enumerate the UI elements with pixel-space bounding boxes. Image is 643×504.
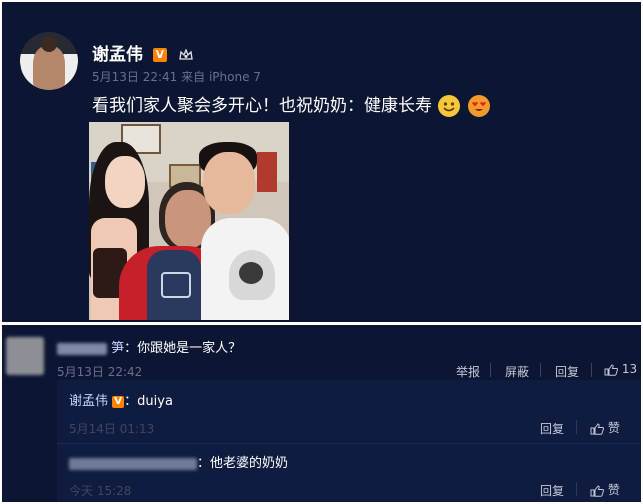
reply2-like-label: 赞 xyxy=(607,483,620,497)
post-source[interactable]: 来自 iPhone 7 xyxy=(181,70,261,84)
like-button[interactable]: 13 xyxy=(604,362,637,376)
reply2-like-button[interactable]: 赞 xyxy=(590,481,620,498)
reply2-text: ：他老婆的奶奶 xyxy=(197,456,289,471)
comments-section: 笋：你跟她是一家人？ 5月13日 22:42 举报 屏蔽 回复 13 谢孟伟 V… xyxy=(2,325,641,502)
thumbs-up-icon xyxy=(604,363,618,376)
weibo-post: 谢孟伟 V 5月13日 22:41 来自 iPhone 7 看我们家人聚会多开心… xyxy=(2,2,641,322)
comment-text: ：你跟她是一家人？ xyxy=(124,341,242,356)
reply-like-label: 赞 xyxy=(607,421,620,435)
reply-reply-link[interactable]: 回复 xyxy=(540,422,564,436)
avatar[interactable] xyxy=(20,32,78,90)
report-link[interactable]: 举报 xyxy=(456,365,480,379)
smile-emoji-icon xyxy=(438,95,461,117)
reply-text: ：duiya xyxy=(124,394,173,409)
reply2-reply-link[interactable]: 回复 xyxy=(540,484,564,498)
comment-username-suffix[interactable]: 笋 xyxy=(111,341,124,356)
like-count: 13 xyxy=(621,362,638,376)
post-username[interactable]: 谢孟伟 xyxy=(92,45,143,65)
blurred-username[interactable] xyxy=(57,342,107,355)
crown-icon xyxy=(179,49,193,60)
blurred-username[interactable] xyxy=(69,457,197,470)
reply2-timestamp: 今天 15:28 xyxy=(69,484,132,498)
post-timestamp: 5月13日 22:41 xyxy=(92,70,178,84)
heart-eyes-emoji-icon xyxy=(467,95,490,117)
comment-timestamp: 5月13日 22:42 xyxy=(57,365,143,379)
post-text: 看我们家人聚会多开心！也祝奶奶：健康长寿 xyxy=(92,96,432,116)
thumbs-up-icon xyxy=(590,484,604,497)
reply-link[interactable]: 回复 xyxy=(555,365,579,379)
reply-username[interactable]: 谢孟伟 xyxy=(69,394,108,409)
post-photo[interactable] xyxy=(89,122,289,320)
block-link[interactable]: 屏蔽 xyxy=(505,365,529,379)
reply-like-button[interactable]: 赞 xyxy=(590,419,620,436)
reply-timestamp: 5月14日 01:13 xyxy=(69,422,155,436)
verified-badge-icon: V xyxy=(112,395,125,408)
comment-avatar[interactable] xyxy=(6,337,44,375)
verified-badge-icon: V xyxy=(152,48,167,62)
thumbs-up-icon xyxy=(590,422,604,435)
reply-thread: 谢孟伟 V ：duiya 5月14日 01:13 回复 赞 ：他老婆的奶奶 今天 … xyxy=(57,380,641,502)
